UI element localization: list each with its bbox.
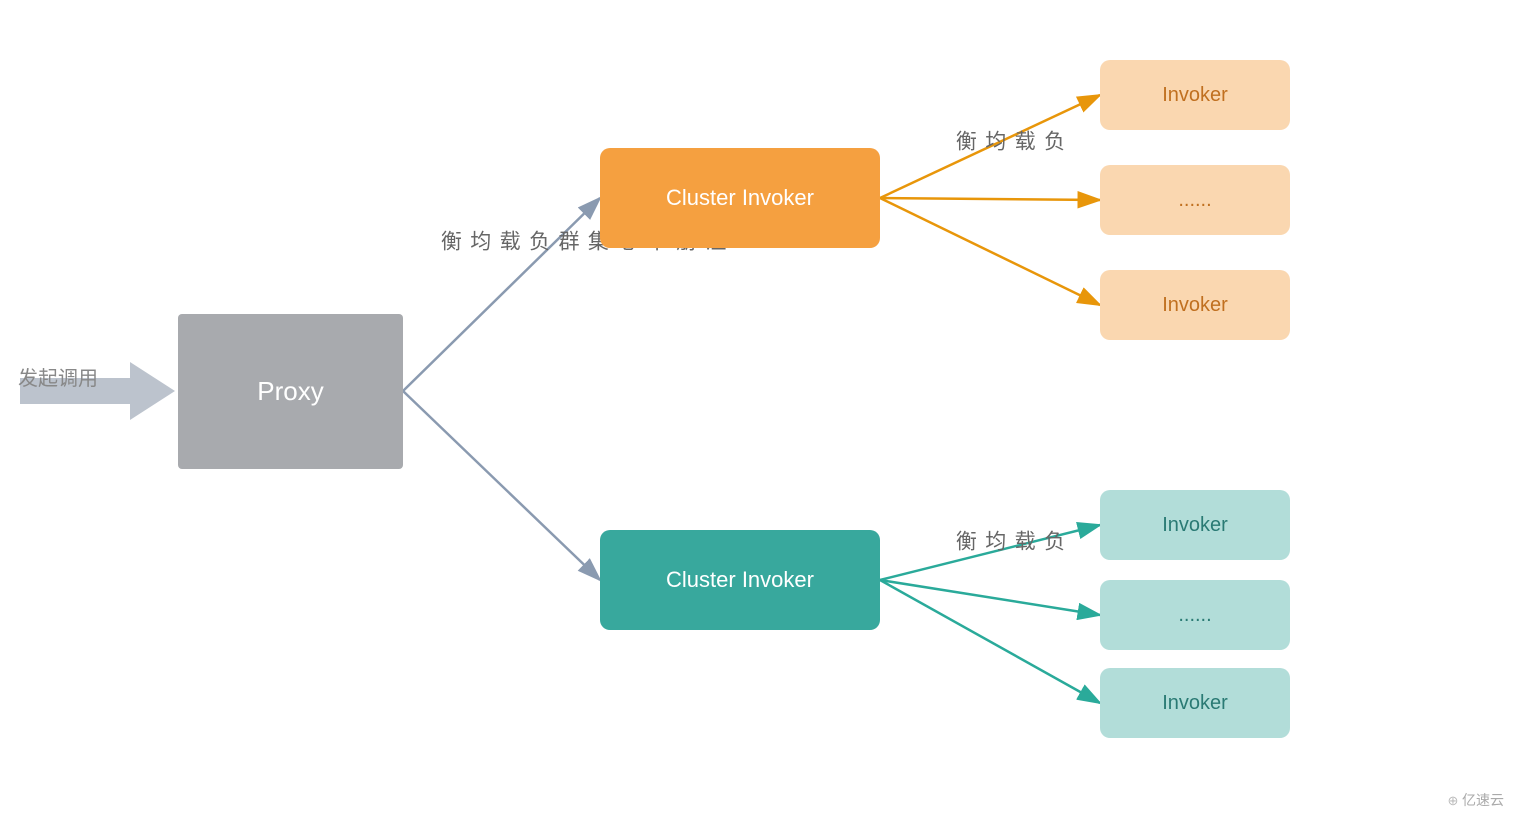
invoker-orange-dots: ...... <box>1100 165 1290 235</box>
cluster2-invoker-box: Cluster Invoker <box>600 530 880 630</box>
invoker-teal-3: Invoker <box>1100 668 1290 738</box>
watermark: ⊕ 亿速云 <box>1447 790 1504 810</box>
invoke-label: 发起调用 <box>18 362 98 391</box>
lb-label-2: 负载均衡 <box>950 530 1068 553</box>
lb-label-1: 负载均衡 <box>950 130 1068 153</box>
cluster1-invoker-box: Cluster Invoker <box>600 148 880 248</box>
invoker-orange-1: Invoker <box>1100 60 1290 130</box>
diagram-container: 发起调用 Proxy 注册中心集群负载均衡 Cluster Invoker 负载… <box>0 0 1522 822</box>
invoker-orange-3: Invoker <box>1100 270 1290 340</box>
invoker-teal-1: Invoker <box>1100 490 1290 560</box>
proxy-box: Proxy <box>178 314 403 469</box>
invoker-teal-dots: ...... <box>1100 580 1290 650</box>
